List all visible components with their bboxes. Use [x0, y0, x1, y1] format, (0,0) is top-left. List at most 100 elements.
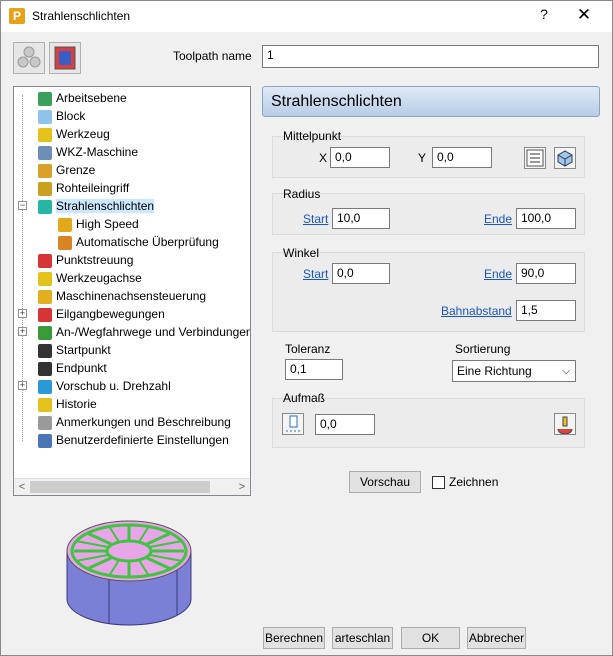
tree-item[interactable]: WKZ-Maschine — [38, 143, 138, 161]
tool-icon — [38, 127, 52, 142]
aufmass-title: Aufmaß — [283, 391, 326, 405]
tree-item[interactable]: Grenze — [38, 161, 95, 179]
history-icon — [38, 397, 52, 412]
close-button[interactable]: ✕ — [574, 5, 594, 27]
sortierung-label: Sortierung — [455, 342, 511, 356]
aufmass-input[interactable]: 0,0 — [315, 414, 375, 435]
x-input[interactable]: 0,0 — [330, 147, 390, 168]
radius-end-link[interactable]: Ende — [484, 212, 512, 226]
app-icon: P — [9, 8, 25, 24]
winkel-end-link[interactable]: Ende — [484, 267, 512, 281]
tree-item-label: High Speed — [76, 217, 139, 231]
draw-label: Zeichnen — [449, 475, 499, 489]
tree-item[interactable]: Maschinenachsensteuerung — [38, 287, 206, 305]
machine-tool-icon — [38, 145, 52, 160]
aufmass-mode-button[interactable] — [282, 413, 304, 435]
template-button[interactable]: arteschlan — [332, 627, 393, 649]
thickness-tool-icon — [286, 415, 300, 432]
tree-item-label: Startpunkt — [56, 343, 111, 357]
tree-item[interactable]: An-/Wegfahrwege und Verbindungen — [38, 323, 251, 341]
tree-item[interactable]: Punktstreuung — [38, 251, 133, 269]
toleranz-input[interactable]: 0,1 — [285, 359, 343, 380]
toolpath-name-label: Toolpath name — [173, 49, 252, 63]
cycle-icon — [17, 46, 41, 68]
tree-item[interactable]: Endpunkt — [38, 359, 107, 377]
tree-item[interactable]: Historie — [38, 395, 97, 413]
component-thickness-icon — [557, 416, 573, 435]
notes-icon — [38, 415, 52, 430]
tree-item-label: Anmerkungen und Beschreibung — [56, 415, 231, 429]
feeds-speeds-icon — [38, 379, 52, 394]
radius-start-input[interactable]: 10,0 — [332, 208, 390, 229]
bahnabstand-link[interactable]: Bahnabstand — [441, 304, 512, 318]
cycle-icon-button[interactable] — [13, 42, 45, 74]
tree-item-label: Arbeitsebene — [56, 91, 127, 105]
tree-item[interactable]: Werkzeugachse — [38, 269, 142, 287]
winkel-end-input[interactable]: 90,0 — [516, 263, 576, 284]
pick-position-button[interactable] — [524, 147, 546, 169]
winkel-title: Winkel — [283, 246, 320, 260]
start-point-icon — [38, 343, 52, 358]
tree-item[interactable]: Block — [38, 107, 85, 125]
tree-item[interactable]: Vorschub u. Drehzahl — [38, 377, 171, 395]
toolpath-name-input[interactable]: 1 — [262, 45, 599, 68]
winkel-start-link[interactable]: Start — [303, 267, 328, 281]
tree-item-label: Benutzerdefinierte Einstellungen — [56, 433, 229, 447]
radial-finishing-icon — [38, 199, 52, 214]
user-settings-icon — [38, 433, 52, 448]
tree-item[interactable]: Werkzeug — [38, 125, 110, 143]
workplane-icon — [38, 91, 52, 106]
tree-expander[interactable]: + — [18, 381, 27, 390]
cancel-button[interactable]: Abbrecher — [467, 627, 526, 649]
block-icon — [38, 109, 52, 124]
boundary-icon — [38, 163, 52, 178]
tree-horizontal-scrollbar[interactable]: < > — [14, 478, 250, 495]
thickness-icon — [54, 46, 76, 70]
scroll-left-icon[interactable]: < — [15, 480, 29, 494]
tree-item-label: Endpunkt — [56, 361, 107, 375]
thickness-icon-button[interactable] — [49, 42, 81, 74]
tree-item-label: Rohteileingriff — [56, 181, 130, 195]
preview-button[interactable]: Vorschau — [349, 471, 421, 493]
block-center-icon — [557, 150, 573, 167]
draw-checkbox[interactable] — [432, 476, 445, 489]
tree-item[interactable]: Startpunkt — [38, 341, 111, 359]
window-title: Strahlenschlichten — [32, 9, 131, 23]
tree-item-label: Strahlenschlichten — [56, 199, 155, 213]
list-xyz-icon — [526, 149, 544, 167]
sortierung-select[interactable]: Eine Richtung ⌵ — [452, 360, 576, 382]
block-center-button[interactable] — [554, 147, 576, 169]
y-label: Y — [418, 151, 427, 165]
end-point-icon — [38, 361, 52, 376]
tree-item-label: Historie — [56, 397, 97, 411]
tree-item-label: Punktstreuung — [56, 253, 134, 267]
help-button[interactable]: ? — [536, 6, 552, 26]
tree-item-label: Maschinenachsensteuerung — [56, 289, 207, 303]
sortierung-value: Eine Richtung — [457, 364, 532, 378]
tree-expander[interactable]: − — [18, 201, 27, 210]
tree-item[interactable]: Anmerkungen und Beschreibung — [38, 413, 231, 431]
winkel-start-input[interactable]: 0,0 — [332, 263, 390, 284]
tree-item-label: Werkzeugachse — [56, 271, 142, 285]
y-input[interactable]: 0,0 — [432, 147, 492, 168]
tree-expander[interactable]: + — [18, 327, 27, 336]
bahnabstand-input[interactable]: 1,5 — [516, 300, 576, 321]
point-distribution-icon — [38, 253, 52, 268]
component-thickness-button[interactable] — [554, 413, 576, 435]
tree-item-label: An-/Wegfahrwege und Verbindungen — [56, 325, 251, 339]
tree-item[interactable]: Automatische Überprüfung — [58, 233, 219, 251]
radius-start-link[interactable]: Start — [303, 212, 328, 226]
tree-item[interactable]: Arbeitsebene — [38, 89, 127, 107]
ok-button[interactable]: OK — [401, 627, 460, 649]
tree-item-label: WKZ-Maschine — [56, 145, 139, 159]
tree-item[interactable]: Benutzerdefinierte Einstellungen — [38, 431, 229, 449]
tree-item[interactable]: Eilgangbewegungen — [38, 305, 165, 323]
scroll-right-icon[interactable]: > — [235, 480, 249, 494]
tree-expander[interactable]: + — [18, 309, 27, 318]
scroll-thumb[interactable] — [30, 481, 210, 493]
tree-item[interactable]: Rohteileingriff — [38, 179, 129, 197]
radius-end-input[interactable]: 100,0 — [516, 208, 576, 229]
tree-item[interactable]: Strahlenschlichten — [38, 197, 155, 215]
calculate-button[interactable]: Berechnen — [263, 627, 325, 649]
tree-item[interactable]: High Speed — [58, 215, 139, 233]
